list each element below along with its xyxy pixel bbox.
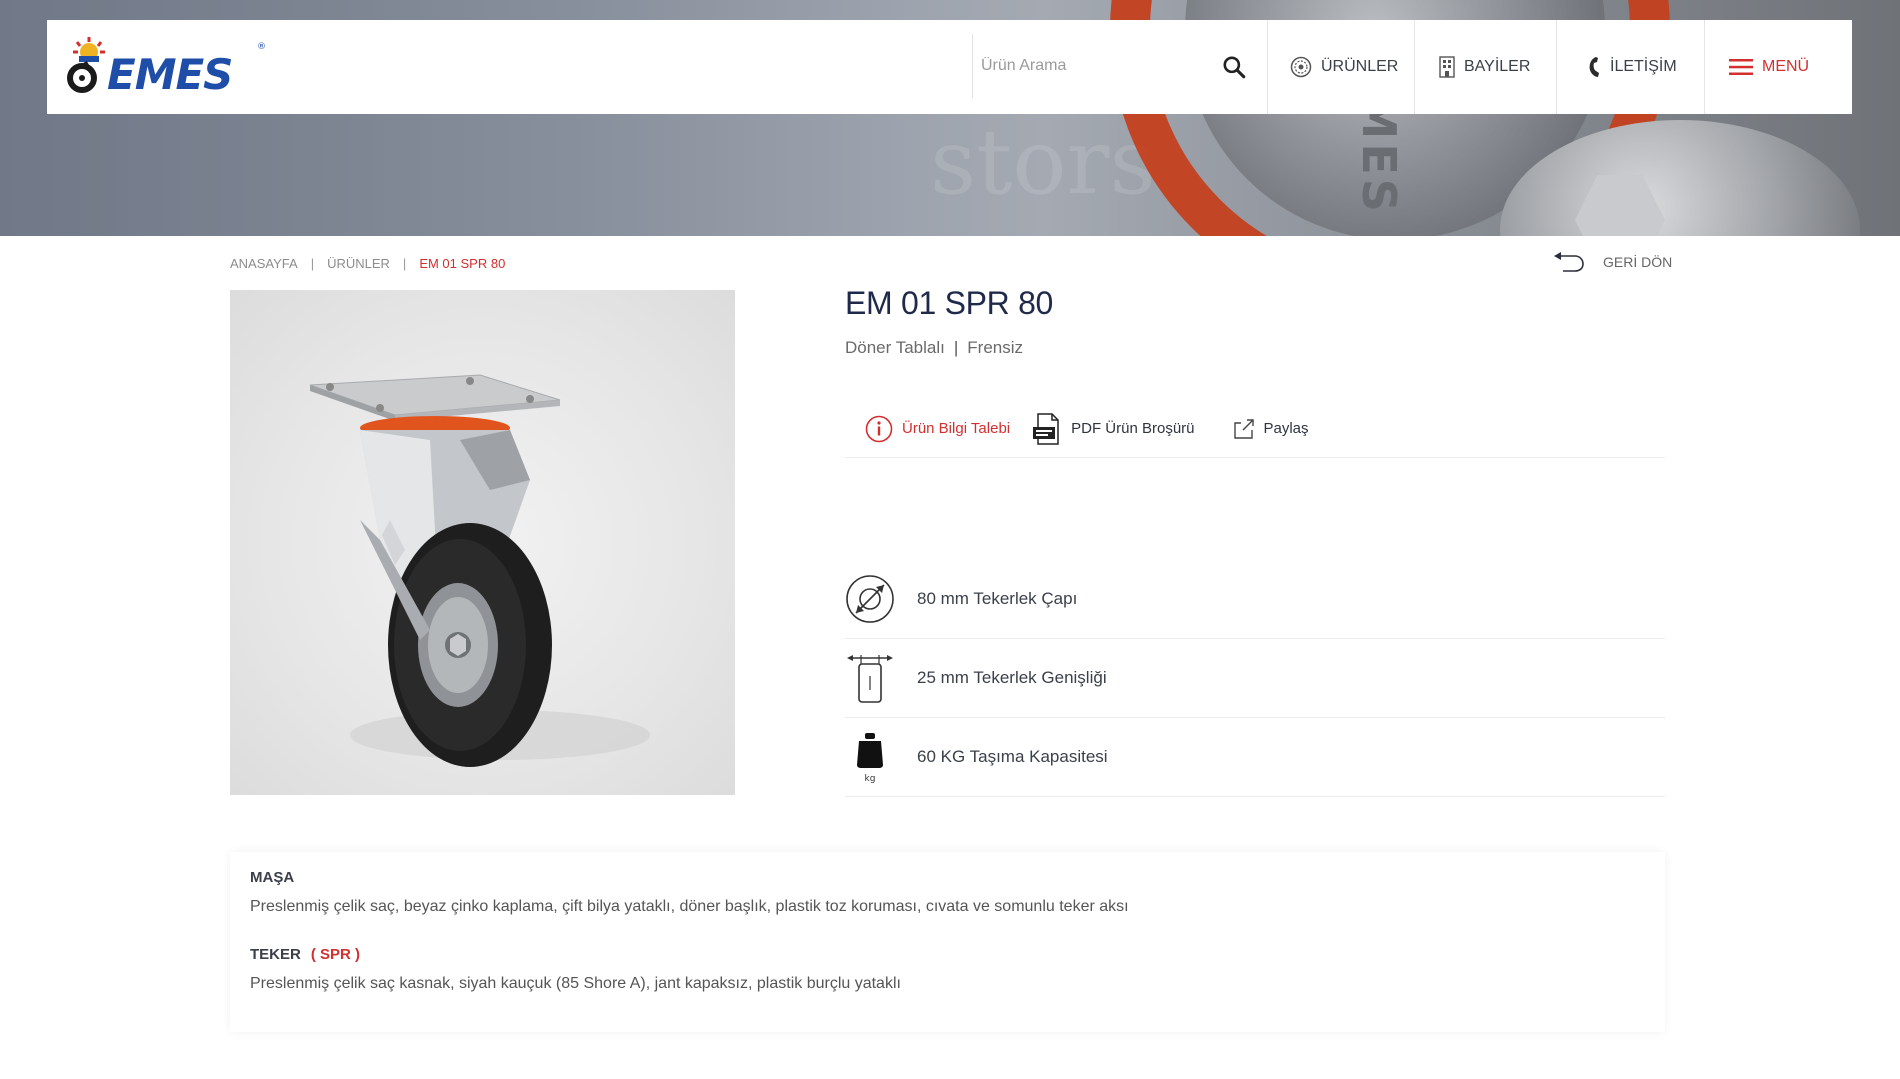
- masa-heading: MAŞA: [250, 869, 295, 886]
- back-label: GERİ DÖN: [1603, 254, 1673, 270]
- teker-text: Preslenmiş çelik saç kasnak, siyah kauçu…: [250, 975, 901, 992]
- breadcrumb-current: EM 01 SPR 80: [419, 256, 506, 271]
- nav-bayiler[interactable]: BAYİLER: [1414, 20, 1556, 114]
- back-arrow-icon: [1554, 252, 1584, 272]
- search-box: [972, 34, 1272, 98]
- building-icon: [1439, 56, 1455, 78]
- masa-text: Preslenmiş çelik saç, beyaz çinko kaplam…: [250, 898, 1129, 915]
- product-subtitle: Döner Tablalı | Frensiz: [845, 338, 1023, 358]
- nav-iletisim[interactable]: İLETİŞİM: [1556, 20, 1704, 114]
- pdf-icon: [1032, 412, 1062, 445]
- subtitle-separator: |: [953, 338, 959, 357]
- site-header: EMES ® ÜRÜNLER BAYİLER: [47, 20, 1852, 114]
- teker-code: ( SPR ): [310, 946, 361, 963]
- menu-label: MENÜ: [1762, 58, 1810, 75]
- info-request-button[interactable]: Ürün Bilgi Talebi: [865, 415, 1010, 443]
- weight-icon-label: kg: [865, 774, 876, 783]
- spec-diameter-text: 80 mm Tekerlek Çapı: [917, 589, 1078, 608]
- hero-watermark: stors: [930, 110, 1156, 215]
- product-specs: 80 mm Tekerlek Çapı 25 mm Tekerlek Geniş…: [845, 560, 1665, 797]
- share-label: Paylaş: [1263, 420, 1309, 437]
- menu-button[interactable]: MENÜ: [1704, 20, 1852, 114]
- pdf-brochure-label: PDF Ürün Broşürü: [1071, 420, 1195, 437]
- product-image[interactable]: [230, 290, 735, 795]
- diameter-icon: [845, 574, 917, 624]
- brand-logo[interactable]: EMES ®: [65, 32, 266, 104]
- spec-width-text: 25 mm Tekerlek Genişliği: [917, 668, 1107, 687]
- hamburger-icon: [1729, 58, 1753, 76]
- breadcrumb-separator: |: [402, 256, 407, 271]
- product-title: EM 01 SPR 80: [845, 285, 1054, 321]
- wheel-icon: [1290, 56, 1312, 78]
- product-actions: Ürün Bilgi Talebi PDF Ürün Broşürü Payla…: [845, 400, 1665, 458]
- nav-urunler-label: ÜRÜNLER: [1321, 58, 1399, 75]
- breadcrumb-products[interactable]: ÜRÜNLER: [327, 256, 390, 271]
- nav-urunler[interactable]: ÜRÜNLER: [1267, 20, 1414, 114]
- teker-heading: TEKER: [250, 946, 301, 963]
- product-brake: Frensiz: [967, 338, 1024, 357]
- teker-heading-row: TEKER ( SPR ): [250, 946, 1645, 963]
- logo-wheel-icon: [67, 37, 105, 93]
- pdf-brochure-button[interactable]: PDF Ürün Broşürü: [1032, 412, 1195, 445]
- product-type: Döner Tablalı: [845, 338, 945, 357]
- share-button[interactable]: Paylaş: [1233, 418, 1309, 440]
- info-icon: [865, 415, 893, 443]
- registered-mark: ®: [257, 42, 266, 52]
- back-button[interactable]: GERİ DÖN: [1553, 252, 1672, 272]
- spec-diameter: 80 mm Tekerlek Çapı: [845, 560, 1665, 639]
- search-icon[interactable]: [1221, 54, 1247, 80]
- spec-width: 25 mm Tekerlek Genişliği: [845, 639, 1665, 718]
- weight-icon: kg: [845, 731, 917, 783]
- breadcrumb-home[interactable]: ANASAYFA: [230, 256, 298, 271]
- breadcrumb-separator: |: [310, 256, 315, 271]
- spec-capacity-text: 60 KG Taşıma Kapasitesi: [917, 747, 1108, 766]
- spec-capacity: kg 60 KG Taşıma Kapasitesi: [845, 718, 1665, 797]
- share-icon: [1233, 418, 1255, 440]
- phone-icon: [1587, 56, 1601, 78]
- product-description: MAŞA Preslenmiş çelik saç, beyaz çinko k…: [230, 852, 1665, 1032]
- width-icon: [845, 652, 917, 704]
- info-request-label: Ürün Bilgi Talebi: [902, 420, 1011, 437]
- caster-wheel-illustration: [309, 374, 650, 767]
- nav-bayiler-label: BAYİLER: [1464, 58, 1531, 75]
- search-input[interactable]: [981, 50, 1211, 82]
- nav-iletisim-label: İLETİŞİM: [1610, 58, 1677, 75]
- logo-wordmark: EMES: [107, 50, 233, 99]
- breadcrumb: ANASAYFA | ÜRÜNLER | EM 01 SPR 80: [230, 256, 505, 271]
